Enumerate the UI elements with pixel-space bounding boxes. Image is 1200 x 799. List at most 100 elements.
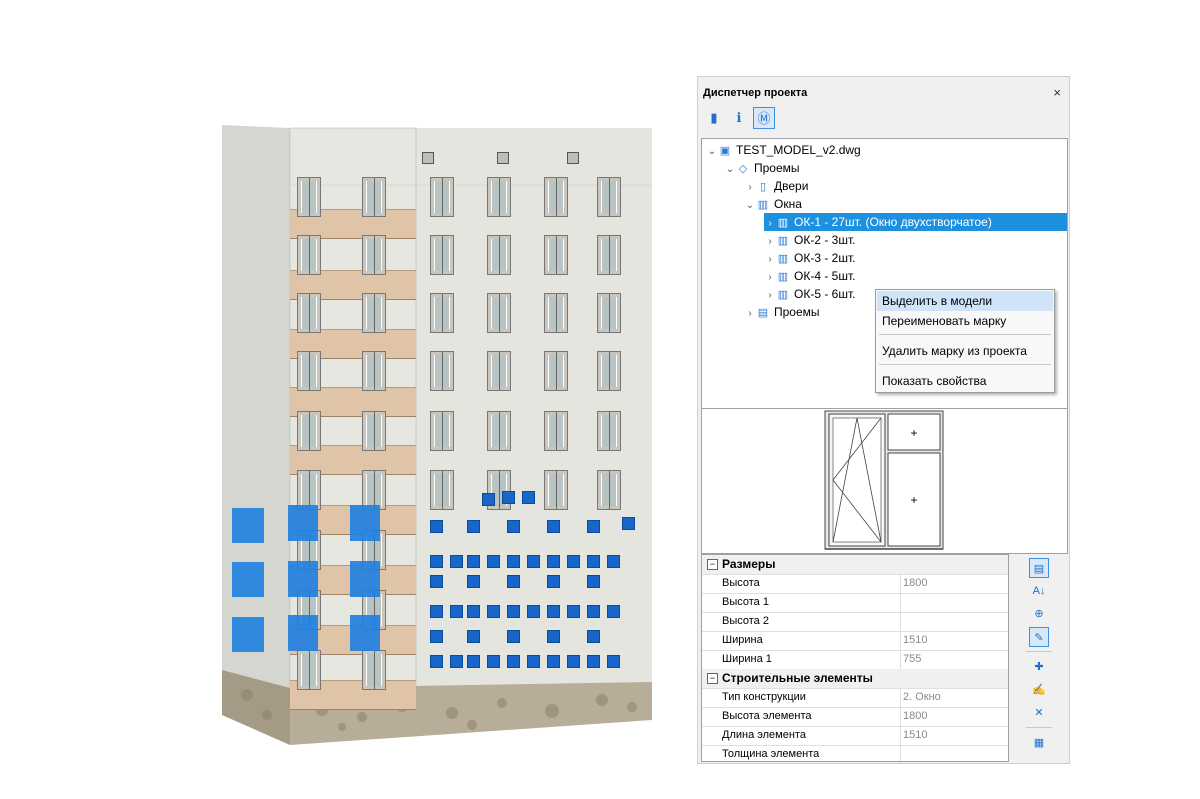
edit-properties-icon[interactable]: ✎: [1029, 627, 1049, 647]
selection-grip[interactable]: [587, 520, 600, 533]
selection-grip[interactable]: [507, 520, 520, 533]
selection-grip[interactable]: [527, 605, 540, 618]
selection-grip[interactable]: [547, 520, 560, 533]
property-row[interactable]: Высота элемента 1800: [702, 707, 1008, 727]
selection-grip[interactable]: [607, 655, 620, 668]
property-row[interactable]: Толщина элемента: [702, 745, 1008, 761]
selection-grip[interactable]: [507, 555, 520, 568]
selection-grip[interactable]: [547, 575, 560, 588]
collapse-icon[interactable]: −: [707, 559, 718, 570]
selection-grip[interactable]: [467, 630, 480, 643]
selection-grip[interactable]: [547, 555, 560, 568]
tree-item-ok2[interactable]: › ▥ ОК-2 - 3шт.: [764, 231, 855, 249]
selection-grip[interactable]: [430, 575, 443, 588]
selection-grip[interactable]: [487, 555, 500, 568]
selection-grip[interactable]: [450, 555, 463, 568]
selection-grip[interactable]: [507, 655, 520, 668]
property-row[interactable]: Высота 1800: [702, 574, 1008, 594]
selection-grip[interactable]: [487, 655, 500, 668]
model-icon[interactable]: Ⓜ: [753, 107, 775, 129]
selection-grip[interactable]: [450, 655, 463, 668]
selected-window[interactable]: [232, 617, 264, 652]
selection-grip[interactable]: [527, 555, 540, 568]
selection-grip[interactable]: [567, 605, 580, 618]
selected-window[interactable]: [350, 505, 380, 541]
selection-grip[interactable]: [622, 517, 635, 530]
tree-node-openings[interactable]: › ▤ Проемы: [744, 303, 819, 323]
sort-az-icon[interactable]: A↓: [1029, 581, 1049, 601]
tree-item-ok1[interactable]: › ▥ ОК-1 - 27шт. (Окно двухстворчатое): [764, 213, 1067, 231]
selection-grip[interactable]: [467, 605, 480, 618]
table-icon[interactable]: ▦: [1029, 733, 1049, 753]
doors-icon[interactable]: ▮: [703, 107, 725, 129]
selection-grip[interactable]: [507, 605, 520, 618]
selection-grip[interactable]: [587, 555, 600, 568]
selection-grip[interactable]: [430, 630, 443, 643]
property-row[interactable]: Тип конструкции 2. Окно: [702, 688, 1008, 708]
remove-property-icon[interactable]: ✕: [1029, 703, 1049, 723]
tree-item-ok5[interactable]: › ▥ ОК-5 - 6шт.: [764, 285, 855, 303]
selection-grip[interactable]: [430, 555, 443, 568]
selection-grip[interactable]: [467, 555, 480, 568]
selection-grip[interactable]: [467, 575, 480, 588]
building-3d-model[interactable]: [222, 125, 652, 750]
add-property-icon[interactable]: ✚: [1029, 657, 1049, 677]
selected-window[interactable]: [288, 561, 318, 597]
selection-grip[interactable]: [607, 605, 620, 618]
property-group-elements[interactable]: − Строительные элементы: [702, 669, 1008, 689]
expand-collapse-icon[interactable]: ⊕: [1029, 604, 1049, 624]
categorized-icon[interactable]: ▤: [1029, 558, 1049, 578]
selected-window[interactable]: [232, 562, 264, 597]
menu-delete-mark[interactable]: Удалить марку из проекта: [877, 341, 1053, 361]
selection-grip[interactable]: [547, 605, 560, 618]
property-row[interactable]: Ширина 1 755: [702, 650, 1008, 670]
info-icon[interactable]: ℹ: [728, 107, 750, 129]
close-icon[interactable]: ×: [1053, 85, 1061, 100]
selection-grip[interactable]: [567, 555, 580, 568]
selection-grip[interactable]: [527, 655, 540, 668]
selection-grip[interactable]: [450, 605, 463, 618]
selection-grip[interactable]: [430, 655, 443, 668]
selected-window[interactable]: [232, 508, 264, 543]
selection-grip[interactable]: [587, 575, 600, 588]
selection-grip[interactable]: [507, 575, 520, 588]
selection-grip[interactable]: [522, 491, 535, 504]
selection-grip[interactable]: [430, 520, 443, 533]
selection-grip[interactable]: [507, 630, 520, 643]
collapse-icon[interactable]: −: [707, 673, 718, 684]
selected-window[interactable]: [350, 615, 380, 651]
tree-item-ok3[interactable]: › ▥ ОК-3 - 2шт.: [764, 249, 855, 267]
chevron-down-icon[interactable]: ⌄: [744, 197, 756, 215]
property-row[interactable]: Высота 1: [702, 593, 1008, 613]
tree-node-group[interactable]: ⌄ ◇ Проемы: [724, 159, 800, 177]
selection-grip[interactable]: [587, 655, 600, 668]
chevron-right-icon[interactable]: ›: [744, 305, 756, 323]
property-group-sizes[interactable]: − Размеры: [702, 555, 1008, 575]
selection-grip[interactable]: [587, 630, 600, 643]
selection-grip[interactable]: [587, 605, 600, 618]
chevron-down-icon[interactable]: ⌄: [724, 161, 736, 179]
selection-grip[interactable]: [607, 555, 620, 568]
edit-note-icon[interactable]: ✍: [1029, 680, 1049, 700]
tree-root[interactable]: ⌄ ▣ TEST_MODEL_v2.dwg: [706, 141, 861, 159]
tree-item-ok4[interactable]: › ▥ ОК-4 - 5шт.: [764, 267, 855, 285]
selection-grip[interactable]: [547, 630, 560, 643]
selection-grip[interactable]: [547, 655, 560, 668]
property-row[interactable]: Ширина 1510: [702, 631, 1008, 651]
selection-grip[interactable]: [502, 491, 515, 504]
menu-select-in-model[interactable]: Выделить в модели: [877, 291, 1053, 311]
property-row[interactable]: Высота 2: [702, 612, 1008, 632]
selected-window[interactable]: [350, 561, 380, 597]
chevron-down-icon[interactable]: ⌄: [706, 143, 718, 161]
selection-grip[interactable]: [467, 655, 480, 668]
selection-grip[interactable]: [487, 605, 500, 618]
selected-window[interactable]: [288, 615, 318, 651]
selection-grip[interactable]: [482, 493, 495, 506]
property-row[interactable]: Длина элемента 1510: [702, 726, 1008, 746]
menu-rename-mark[interactable]: Переименовать марку: [877, 311, 1053, 331]
menu-show-properties[interactable]: Показать свойства: [877, 371, 1053, 391]
selected-window[interactable]: [288, 505, 318, 541]
selection-grip[interactable]: [430, 605, 443, 618]
selection-grip[interactable]: [567, 655, 580, 668]
tree-node-doors[interactable]: › ▯ Двери: [744, 177, 808, 195]
